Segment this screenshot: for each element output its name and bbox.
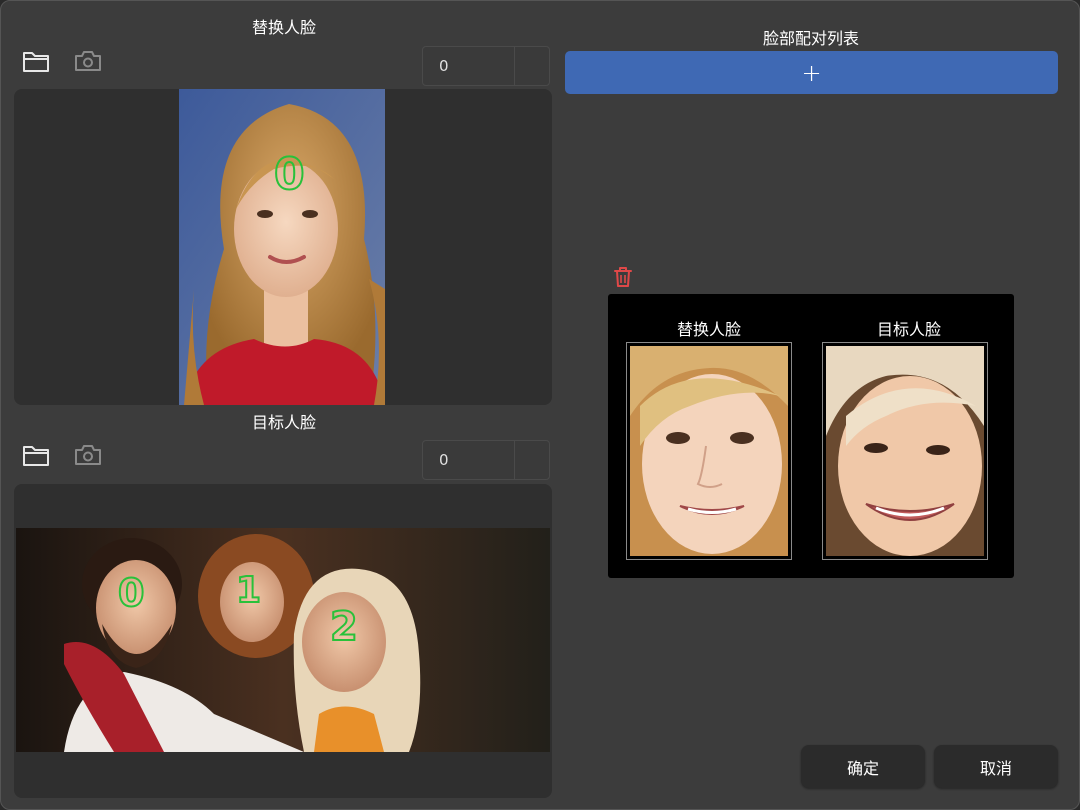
- trash-icon: [614, 267, 632, 287]
- ok-button[interactable]: 确定: [801, 745, 925, 788]
- source-face-title: 替换人脸: [251, 18, 316, 37]
- source-face-index-spinbox[interactable]: 0: [422, 46, 550, 86]
- source-face-index-stepper[interactable]: [515, 47, 549, 85]
- source-face-marker-0: 0: [273, 148, 306, 201]
- source-image-panel: 0: [14, 89, 552, 405]
- target-face-marker-2: 2: [329, 603, 359, 651]
- delete-pair-button[interactable]: [607, 261, 639, 293]
- add-pair-button[interactable]: +: [565, 51, 1058, 94]
- pair-target-label: 目标人脸: [876, 320, 941, 339]
- target-face-marker-1: 1: [235, 569, 262, 612]
- pair-source-face-thumbnail: [626, 342, 792, 560]
- pair-list-title: 脸部配对列表: [762, 29, 859, 48]
- target-face-index-stepper[interactable]: [515, 441, 549, 479]
- target-open-folder-button[interactable]: [20, 439, 52, 471]
- camera-icon: [75, 51, 101, 71]
- target-face-marker-0: 0: [117, 570, 145, 616]
- target-image-panel: 0 1 2: [14, 484, 552, 798]
- camera-icon: [75, 445, 101, 465]
- pair-target-face-thumbnail: [822, 342, 988, 560]
- folder-icon: [23, 52, 49, 72]
- source-face-crop: [630, 346, 788, 556]
- cancel-button[interactable]: 取消: [934, 745, 1058, 788]
- plus-icon: +: [801, 58, 822, 87]
- target-camera-button[interactable]: [72, 439, 104, 471]
- source-camera-button[interactable]: [72, 45, 104, 77]
- target-face-title: 目标人脸: [251, 413, 316, 432]
- target-photo: [16, 528, 550, 752]
- folder-icon: [23, 446, 49, 466]
- source-face-index-value[interactable]: 0: [423, 47, 515, 85]
- face-swap-dialog: 替换人脸 0 0 目标人脸 0 0 1 2 脸部配对列表 + 替换人脸 目标人脸…: [0, 0, 1080, 810]
- face-pair-card[interactable]: 替换人脸 目标人脸: [608, 294, 1014, 578]
- target-face-crop: [826, 346, 984, 556]
- pair-source-label: 替换人脸: [676, 320, 741, 339]
- source-photo: [179, 89, 385, 405]
- source-open-folder-button[interactable]: [20, 45, 52, 77]
- target-face-index-spinbox[interactable]: 0: [422, 440, 550, 480]
- target-face-index-value[interactable]: 0: [423, 441, 515, 479]
